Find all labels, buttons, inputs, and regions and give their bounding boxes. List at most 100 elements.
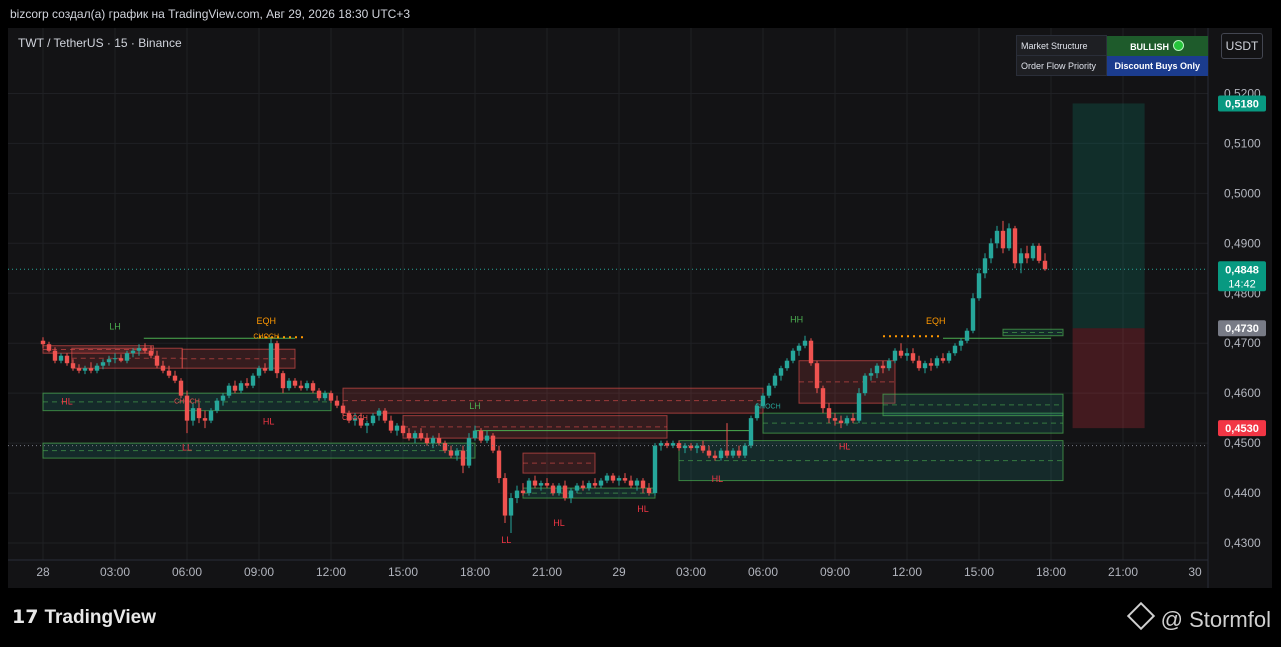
candle-body (1030, 245, 1036, 259)
candle-body (436, 438, 442, 444)
candle-body (70, 363, 76, 369)
candle-body (958, 340, 964, 346)
candle-body (268, 343, 274, 371)
candle-body (214, 400, 220, 411)
price-tag-label: 0,4848 (1225, 264, 1259, 276)
candle-body (952, 345, 958, 354)
candle-body (892, 350, 898, 361)
candle-body (748, 418, 754, 446)
candle-body (52, 350, 58, 361)
candle-body (1018, 253, 1024, 264)
price-tag-label: 0,4530 (1225, 423, 1259, 435)
y-tick-label: 0,4300 (1224, 536, 1261, 550)
structure-label: HL (61, 397, 73, 407)
y-tick-label: 0,4400 (1224, 486, 1261, 500)
candle-body (586, 483, 592, 489)
candle-body (478, 430, 484, 441)
candle-body (646, 488, 652, 494)
candle-body (412, 433, 418, 439)
x-tick-label: 18:00 (460, 565, 490, 579)
candle-body (310, 383, 316, 391)
header-text: bizcorp создал(а) график на TradingView.… (10, 7, 411, 21)
x-tick-label: 06:00 (172, 565, 202, 579)
chart-canvas[interactable]: 28 03:00 06:00 09:00 12:00 15:00 18:00 21:00 29 0… (8, 28, 1272, 588)
candle-body (328, 393, 334, 401)
currency-button[interactable]: USDT (1221, 33, 1263, 59)
candle-body (526, 480, 532, 494)
candle-body (190, 408, 196, 421)
choch-label: CHOCH (174, 399, 200, 406)
market-dashboard: Market Structure BULLISH Order Flow Prio… (1015, 35, 1208, 76)
x-tick-label: 03:00 (676, 565, 706, 579)
dashboard-row-orderflow: Order Flow Priority Discount Buys Only (1015, 55, 1208, 76)
structure-label: HL (637, 504, 649, 514)
candle-body (556, 485, 562, 494)
candle-body (142, 348, 148, 351)
candle-body (616, 478, 622, 481)
market-structure-label: Market Structure (1015, 35, 1108, 56)
candle-body (220, 395, 226, 401)
y-tick-label: 0,4600 (1224, 386, 1261, 400)
candle-body (316, 390, 322, 399)
candle-body (862, 375, 868, 394)
candle-body (898, 350, 904, 356)
candle-body (922, 363, 928, 369)
countdown-label: 14:42 (1228, 278, 1256, 290)
price-tag-label: 0,4730 (1225, 323, 1259, 335)
candle-body (532, 480, 538, 486)
structure-label: HL (553, 518, 565, 528)
structure-label: LL (501, 535, 511, 545)
candle-body (940, 358, 946, 361)
price-tag-label: 0,5180 (1225, 98, 1259, 110)
chart-frame[interactable]: 28 03:00 06:00 09:00 12:00 15:00 18:00 21:00 29 0… (8, 28, 1272, 588)
candle-body (988, 243, 994, 259)
candle-body (736, 450, 742, 456)
candle-body (742, 445, 748, 456)
x-tick-label: 06:00 (748, 565, 778, 579)
author-tag: @ Stormfol (1126, 601, 1271, 633)
candle-body (730, 450, 736, 456)
candle-body (178, 380, 184, 396)
y-tick-label: 0,4900 (1224, 236, 1261, 250)
candle-body (160, 365, 166, 371)
candle-body (544, 483, 550, 486)
symbol-info[interactable]: TWT / TetherUS · 15 · Binance (18, 36, 182, 50)
candle-body (886, 360, 892, 369)
candle-body (778, 368, 784, 376)
candle-body (904, 353, 910, 356)
candle-body (340, 405, 346, 414)
structure-label: EQH (256, 316, 276, 326)
market-structure-value: BULLISH (1106, 35, 1208, 56)
candle-body (910, 353, 916, 361)
tradingview-logo[interactable]: 17 TradingView (12, 606, 156, 629)
candle-body (598, 480, 604, 486)
candle-body (208, 410, 214, 421)
candle-body (718, 450, 724, 459)
candle-body (154, 355, 160, 366)
chart-header: bizcorp создал(а) график на TradingView.… (0, 0, 1281, 28)
candle-body (712, 455, 718, 459)
order-flow-label: Order Flow Priority (1015, 55, 1108, 76)
candle-body (460, 450, 466, 466)
y-tick-label: 0,5100 (1224, 136, 1261, 150)
candle-body (970, 298, 976, 331)
candle-body (562, 485, 568, 499)
candle-body (484, 435, 490, 441)
candle-body (706, 450, 712, 456)
candle-body (1012, 228, 1018, 264)
choch-label: CHOCH (755, 404, 781, 411)
choch-label: CHOCH (342, 415, 368, 422)
x-tick-label: 18:00 (1036, 565, 1066, 579)
tv-logo-icon: 17 (12, 606, 39, 628)
candle-body (304, 383, 310, 389)
take-profit-zone (1072, 103, 1145, 329)
candle-body (406, 433, 412, 439)
choch-label: CHOCH (253, 334, 279, 341)
candle-body (298, 385, 304, 389)
x-tick-label: 30 (1188, 565, 1202, 579)
candle-body (88, 368, 94, 371)
candle-body (238, 383, 244, 391)
candle-body (982, 258, 988, 274)
candle-body (796, 345, 802, 351)
candle-body (364, 423, 370, 426)
